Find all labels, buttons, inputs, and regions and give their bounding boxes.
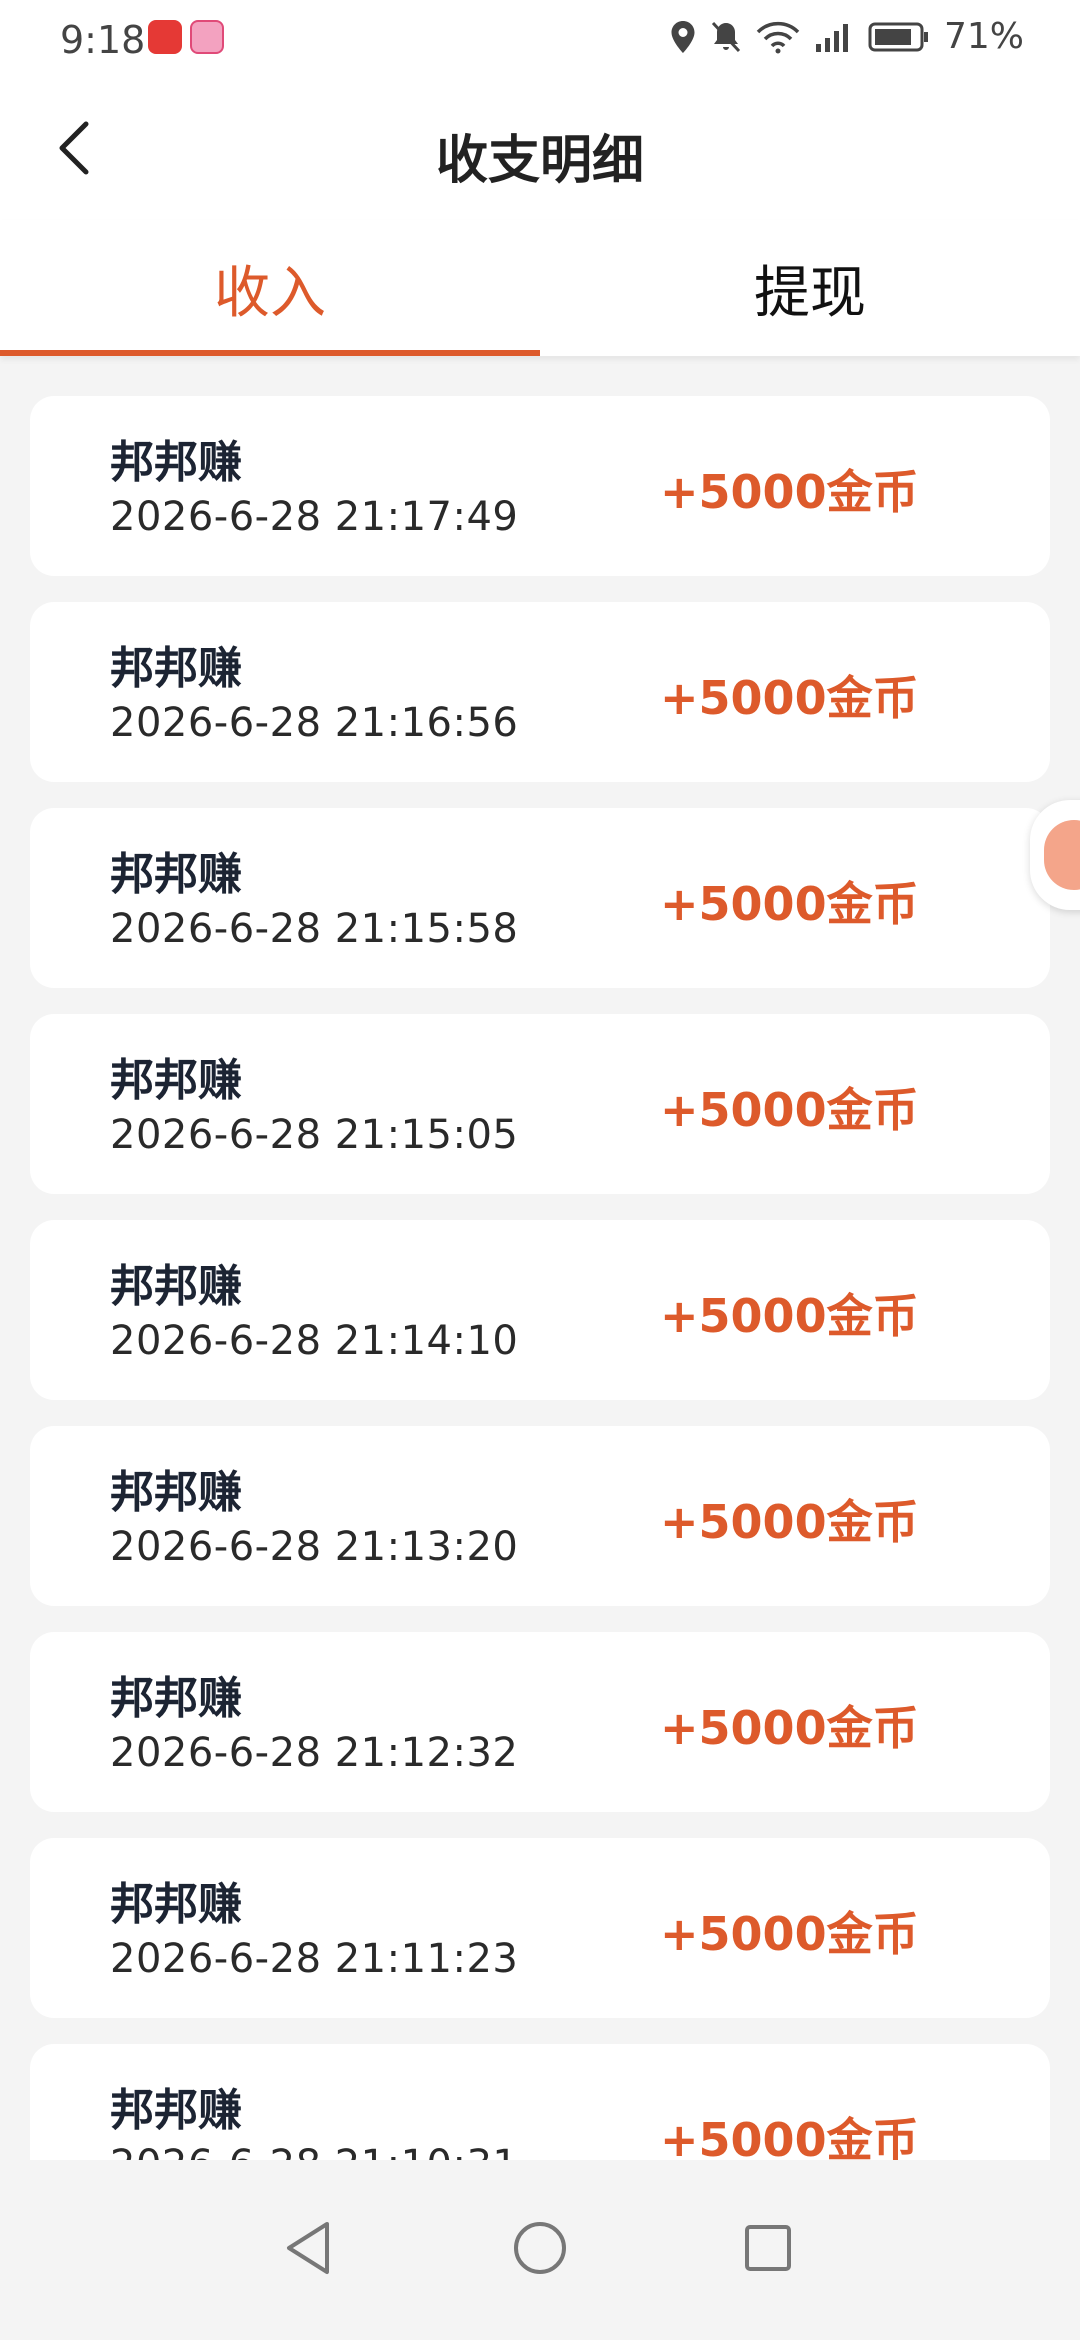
record-amount: +5000金币 — [660, 1907, 919, 1961]
record-amount: +5000金币 — [660, 2113, 919, 2160]
record-amount: +5000金币 — [660, 1495, 919, 1549]
record-time: 2026-6-28 21:13:20 — [110, 1524, 519, 1570]
tab-bar: 收入 提现 — [0, 220, 1080, 356]
record-title: 邦邦赚 — [110, 437, 242, 488]
active-tab-indicator — [0, 350, 540, 356]
record-title: 邦邦赚 — [110, 1673, 242, 1724]
nav-recent-icon — [745, 2225, 791, 2271]
record-amount: +5000金币 — [660, 1701, 919, 1755]
record-card[interactable]: 邦邦赚 2026-6-28 21:12:32 +5000金币 — [30, 1632, 1050, 1812]
header: 收支明细 — [0, 84, 1080, 220]
location-icon — [670, 20, 696, 54]
tab-withdraw-label: 提现 — [754, 260, 866, 326]
record-title: 邦邦赚 — [110, 2085, 242, 2136]
signal-icon — [814, 20, 854, 54]
record-card[interactable]: 邦邦赚 2026-6-28 21:15:05 +5000金币 — [30, 1014, 1050, 1194]
record-card[interactable]: 邦邦赚 2026-6-28 21:16:56 +5000金币 — [30, 602, 1050, 782]
nav-back-button[interactable] — [276, 2216, 340, 2280]
wifi-icon — [756, 20, 800, 54]
record-title: 邦邦赚 — [110, 643, 242, 694]
mute-bell-icon — [710, 20, 742, 54]
shopping-app-icon — [148, 20, 182, 54]
status-indicators: 71% — [670, 16, 1024, 57]
record-amount: +5000金币 — [660, 1083, 919, 1137]
record-card[interactable]: 邦邦赚 2026-6-28 21:13:20 +5000金币 — [30, 1426, 1050, 1606]
battery-percent: 71% — [943, 16, 1024, 57]
nav-back-icon — [287, 2222, 329, 2274]
page-title: 收支明细 — [435, 131, 644, 191]
record-title: 邦邦赚 — [110, 1879, 242, 1930]
status-time: 9:18 — [60, 18, 146, 62]
record-list[interactable]: 邦邦赚 2026-6-28 21:17:49 +5000金币 邦邦赚 2026-… — [30, 396, 1050, 2160]
record-card[interactable]: 邦邦赚 2026-6-28 21:10:31 +5000金币 — [30, 2044, 1050, 2160]
app-screen: 9:18 71% 收支明细 收入 提现 邦邦赚 2026-6-28 21:17:… — [0, 0, 1080, 2340]
record-card[interactable]: 邦邦赚 2026-6-28 21:17:49 +5000金币 — [30, 396, 1050, 576]
status-bar: 9:18 71% — [0, 0, 1080, 84]
record-time: 2026-6-28 21:16:56 — [110, 700, 519, 746]
record-title: 邦邦赚 — [110, 1055, 242, 1106]
record-amount: +5000金币 — [660, 465, 919, 519]
nav-home-icon — [514, 2222, 566, 2274]
battery-icon — [868, 20, 930, 54]
tab-withdraw[interactable]: 提现 — [540, 220, 1080, 356]
assistant-avatar-icon — [1044, 820, 1080, 890]
record-amount: +5000金币 — [660, 877, 919, 931]
tab-income-label: 收入 — [214, 260, 326, 326]
record-amount: +5000金币 — [660, 671, 919, 725]
record-title: 邦邦赚 — [110, 1261, 242, 1312]
record-time: 2026-6-28 21:15:58 — [110, 906, 519, 952]
record-time: 2026-6-28 21:12:32 — [110, 1730, 519, 1776]
floating-assistant-button[interactable] — [1030, 800, 1080, 910]
game-app-icon — [190, 20, 224, 54]
record-title: 邦邦赚 — [110, 1467, 242, 1518]
record-time: 2026-6-28 21:10:31 — [110, 2142, 518, 2160]
record-time: 2026-6-28 21:14:10 — [110, 1318, 519, 1364]
notification-app-icons — [148, 20, 224, 54]
nav-recent-button[interactable] — [736, 2216, 800, 2280]
record-card[interactable]: 邦邦赚 2026-6-28 21:11:23 +5000金币 — [30, 1838, 1050, 2018]
record-time: 2026-6-28 21:17:49 — [110, 494, 519, 540]
system-nav-bar — [0, 2160, 1080, 2340]
nav-home-button[interactable] — [508, 2216, 572, 2280]
record-time: 2026-6-28 21:11:23 — [110, 1936, 519, 1982]
record-title: 邦邦赚 — [110, 849, 242, 900]
record-card[interactable]: 邦邦赚 2026-6-28 21:15:58 +5000金币 — [30, 808, 1050, 988]
record-amount: +5000金币 — [660, 1289, 919, 1343]
record-card[interactable]: 邦邦赚 2026-6-28 21:14:10 +5000金币 — [30, 1220, 1050, 1400]
tab-income[interactable]: 收入 — [0, 220, 540, 356]
record-time: 2026-6-28 21:15:05 — [110, 1112, 519, 1158]
